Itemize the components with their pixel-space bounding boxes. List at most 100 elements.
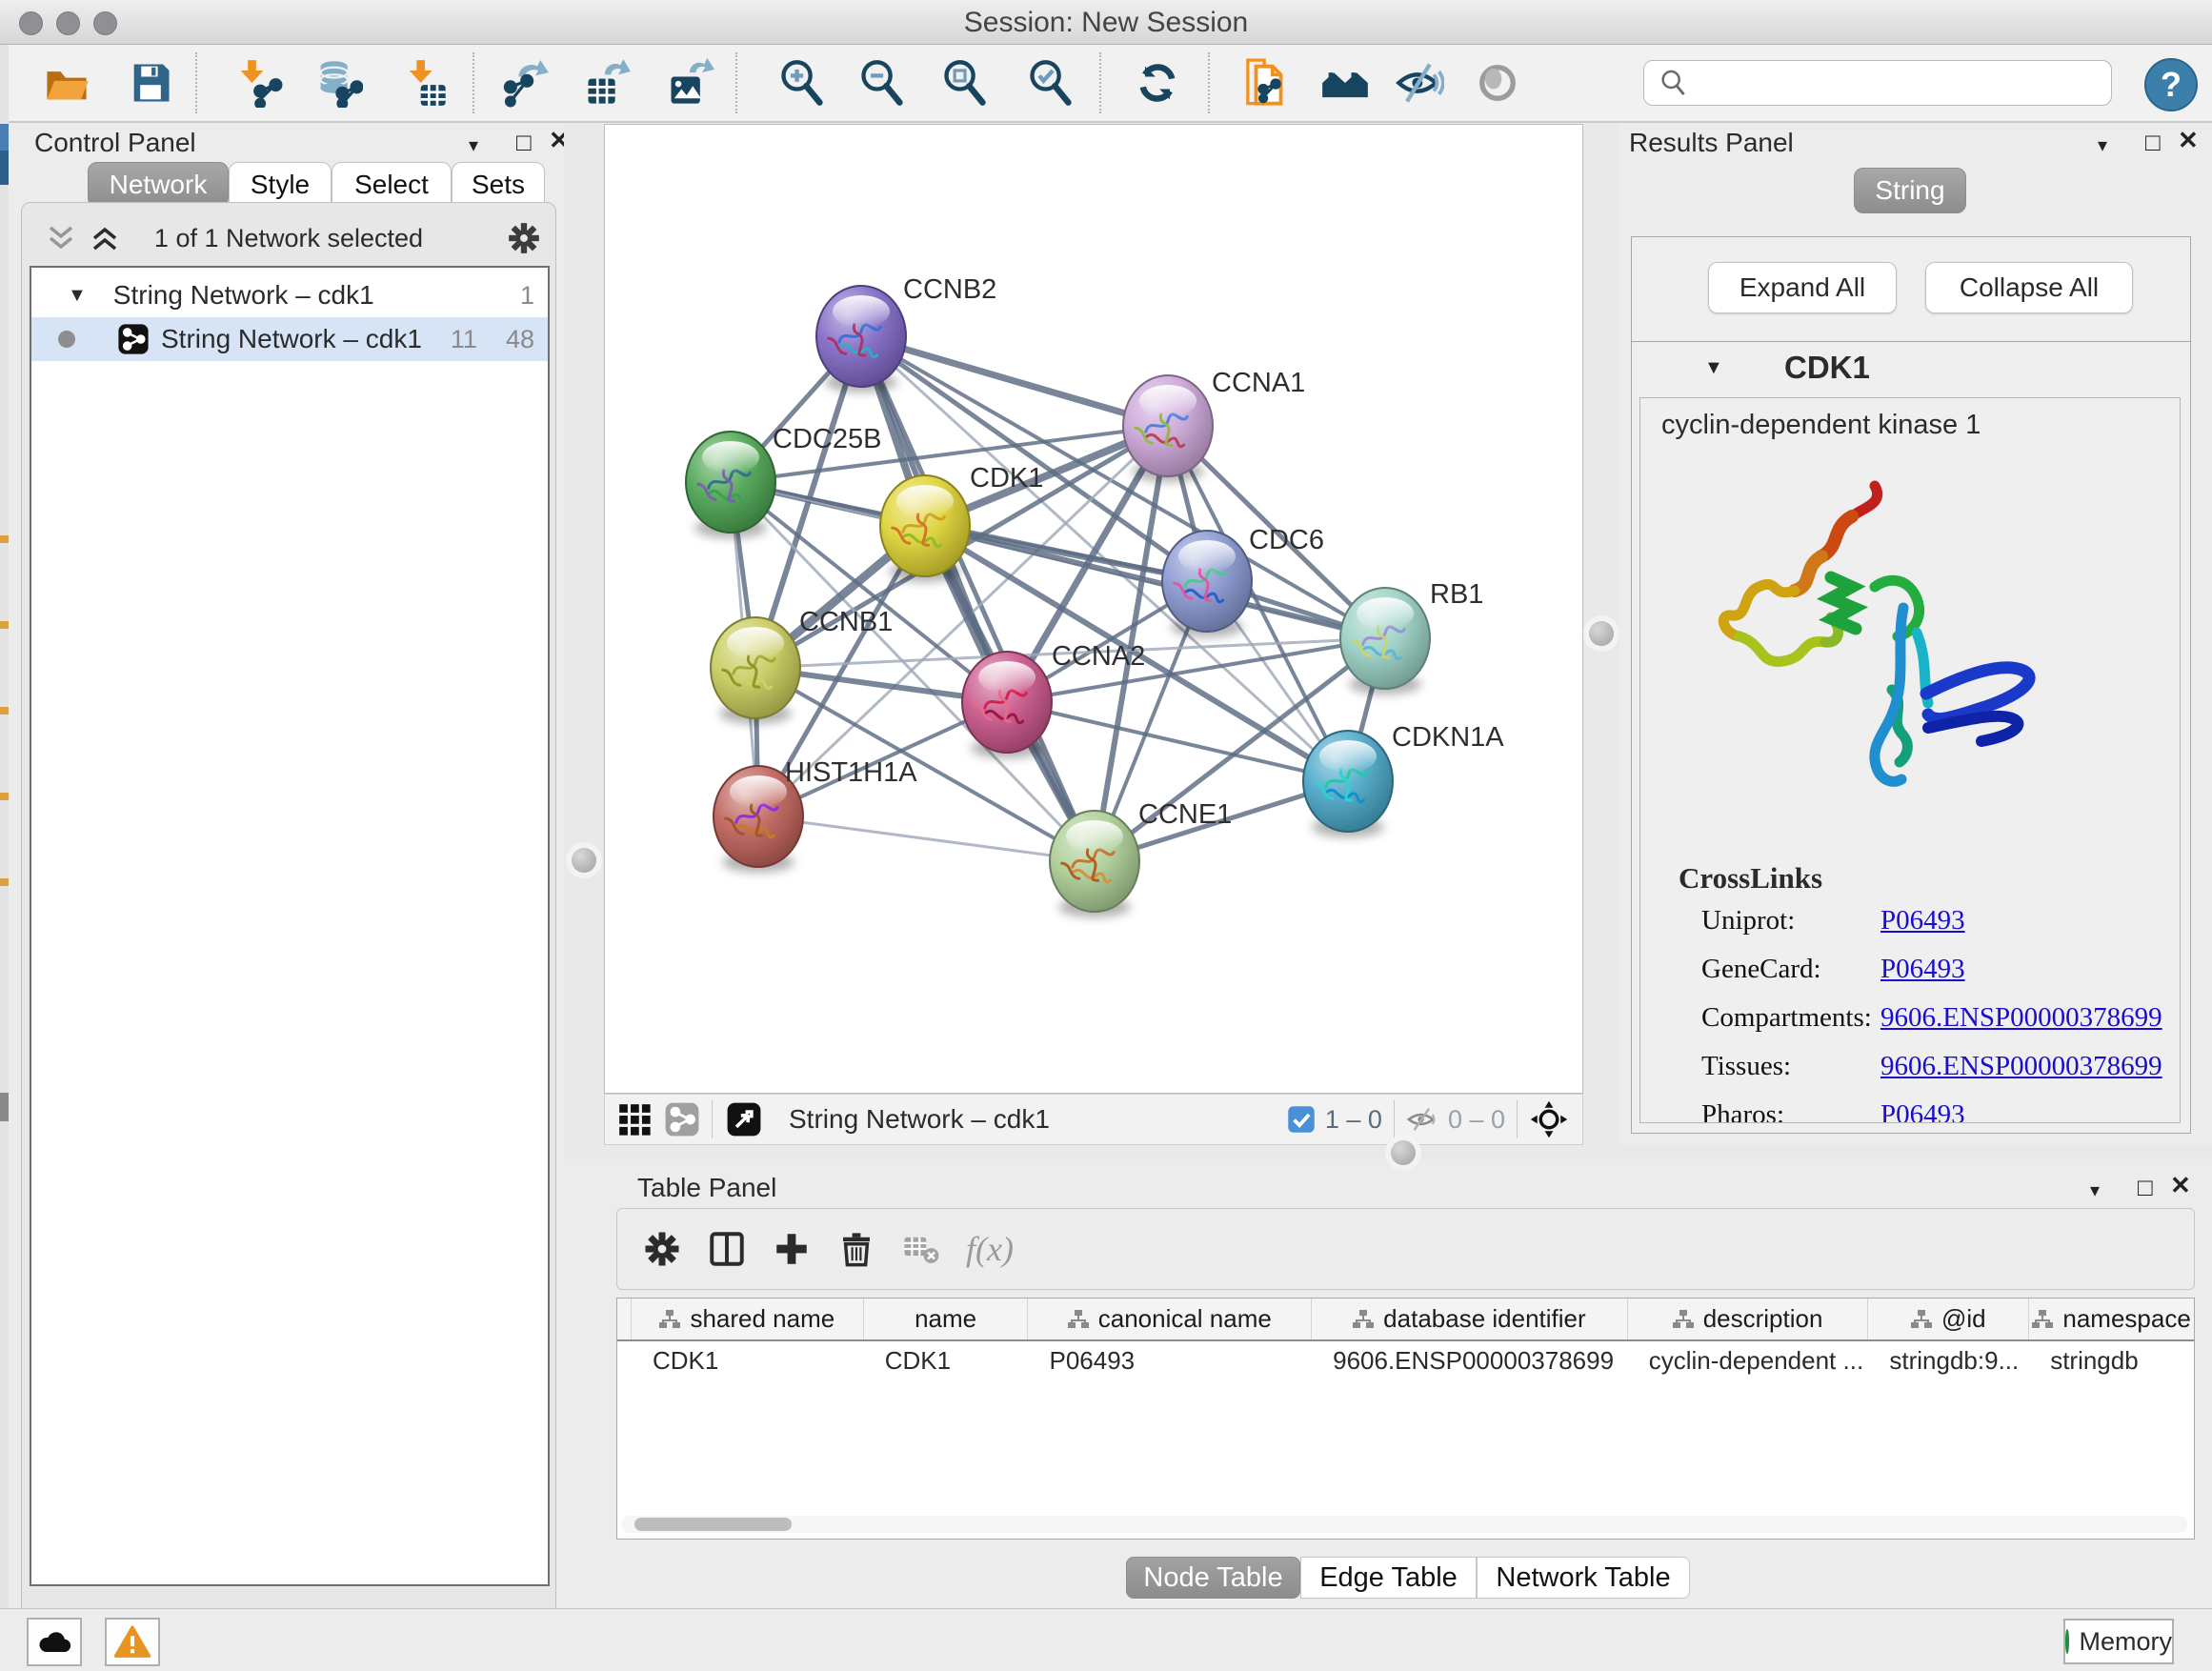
export-table-button[interactable]: [580, 56, 633, 110]
panel-maximize-button[interactable]: □: [2145, 128, 2161, 157]
tab-style[interactable]: Style: [229, 162, 332, 208]
splitter-handle[interactable]: [1589, 621, 1614, 646]
selected-checkbox-icon[interactable]: [1287, 1105, 1316, 1134]
graph-node-CCNA2[interactable]: CCNA2: [962, 641, 1145, 758]
graph-edge[interactable]: [758, 816, 1095, 861]
first-neighbors-button[interactable]: [1318, 56, 1372, 110]
cloud-status-button[interactable]: [27, 1618, 82, 1666]
tab-network-table[interactable]: Network Table: [1477, 1557, 1690, 1599]
network-row-selected[interactable]: String Network – cdk1 11 48: [31, 317, 548, 361]
refresh-button[interactable]: [1131, 56, 1184, 110]
gear-icon[interactable]: [506, 220, 542, 256]
graph-node-CCNB2[interactable]: CCNB2: [816, 274, 996, 393]
tab-string[interactable]: String: [1854, 168, 1966, 213]
column-header-description[interactable]: description: [1628, 1299, 1869, 1339]
expand-all-button[interactable]: Expand All: [1708, 262, 1897, 313]
panel-float-button[interactable]: ▾: [469, 133, 478, 157]
horizontal-scrollbar[interactable]: [621, 1516, 2188, 1533]
fit-content-crosshair-icon[interactable]: [1529, 1099, 1569, 1139]
column-header-namespace[interactable]: namespace: [2029, 1299, 2194, 1339]
collapse-all-button[interactable]: Collapse All: [1925, 262, 2133, 313]
column-header-canonical-name[interactable]: canonical name: [1028, 1299, 1312, 1339]
cell-description[interactable]: cyclin-dependent ...: [1628, 1339, 1869, 1381]
tab-edge-table[interactable]: Edge Table: [1300, 1557, 1477, 1599]
warnings-button[interactable]: [105, 1618, 160, 1666]
show-all-button[interactable]: [1471, 56, 1524, 110]
delete-trash-icon[interactable]: [836, 1229, 876, 1269]
function-builder-icon-disabled: f(x): [966, 1229, 1014, 1269]
panel-close-button[interactable]: ✕: [2178, 126, 2199, 155]
scrollbar-thumb[interactable]: [634, 1518, 792, 1531]
panel-float-button[interactable]: ▾: [2090, 1178, 2100, 1202]
graph-node-CDKN1A[interactable]: CDKN1A: [1303, 722, 1504, 837]
graph-node-RB1[interactable]: RB1: [1340, 579, 1483, 695]
zoom-out-button[interactable]: [855, 56, 909, 110]
gear-icon[interactable]: [642, 1229, 682, 1269]
crosslink-link[interactable]: P06493: [1880, 954, 1965, 985]
graph-node-CCNA1[interactable]: CCNA1: [1123, 368, 1305, 482]
row-gutter: [617, 1299, 632, 1339]
cell-id[interactable]: stringdb:9...: [1868, 1339, 2029, 1381]
export-network-button[interactable]: [498, 56, 552, 110]
network-view-icon[interactable]: [664, 1101, 700, 1137]
help-button[interactable]: ?: [2144, 58, 2198, 111]
cell-database-identifier[interactable]: 9606.ENSP00000378699: [1312, 1339, 1628, 1381]
network-attr-icon: [659, 1310, 680, 1329]
string-network-graph[interactable]: CCNB2CCNA1CDC25BCDK1CDC6RB1CCNB1CCNA2CDK…: [605, 125, 1582, 1093]
import-network-file-button[interactable]: [231, 56, 285, 110]
import-network-database-button[interactable]: [312, 56, 365, 110]
zoom-selected-button[interactable]: [1024, 56, 1077, 110]
cell-canonical-name[interactable]: P06493: [1028, 1339, 1312, 1381]
column-header-name[interactable]: name: [864, 1299, 1029, 1339]
tab-node-table[interactable]: Node Table: [1126, 1557, 1300, 1599]
panel-maximize-button[interactable]: □: [516, 128, 532, 157]
table-row[interactable]: CDK1 CDK1 P06493 9606.ENSP00000378699 cy…: [617, 1339, 2194, 1381]
zoom-in-button[interactable]: [775, 56, 829, 110]
network-collection-row[interactable]: ▼ String Network – cdk1 1: [31, 273, 548, 317]
horizontal-splitter[interactable]: [564, 1145, 2212, 1159]
birds-eye-view-icon[interactable]: [726, 1101, 762, 1137]
tab-sets[interactable]: Sets: [452, 162, 545, 208]
graph-edge[interactable]: [1007, 702, 1348, 781]
crosslink-link[interactable]: 9606.ENSP00000378699: [1880, 1002, 2162, 1034]
grid-view-icon[interactable]: [616, 1101, 653, 1137]
graph-node-HIST1H1A[interactable]: HIST1H1A: [714, 757, 917, 873]
import-table-button[interactable]: [398, 56, 452, 110]
cell-namespace[interactable]: stringdb: [2029, 1339, 2194, 1381]
graph-node-CDC6[interactable]: CDC6: [1162, 525, 1324, 637]
panel-close-button[interactable]: ✕: [2170, 1171, 2191, 1200]
open-session-button[interactable]: [40, 56, 93, 110]
column-header-shared-name[interactable]: shared name: [632, 1299, 864, 1339]
hidden-eye-slash-icon[interactable]: [1406, 1103, 1438, 1136]
panel-maximize-button[interactable]: □: [2138, 1173, 2153, 1202]
graph-node-CCNE1[interactable]: CCNE1: [1050, 799, 1232, 917]
cell-name[interactable]: CDK1: [864, 1339, 1029, 1381]
crosslink-link[interactable]: P06493: [1880, 905, 1965, 936]
new-network-from-selection-button[interactable]: [1236, 56, 1289, 110]
search-input[interactable]: [1698, 68, 2111, 99]
vertical-splitter-left[interactable]: [564, 124, 604, 1145]
export-image-button[interactable]: [663, 56, 716, 110]
search-box[interactable]: [1643, 60, 2112, 106]
memory-button[interactable]: Memory: [2063, 1619, 2174, 1664]
crosslink-link[interactable]: 9606.ENSP00000378699: [1880, 1051, 2162, 1082]
hide-selected-button[interactable]: [1393, 56, 1446, 110]
network-canvas[interactable]: CCNB2CCNA1CDC25BCDK1CDC6RB1CCNB1CCNA2CDK…: [604, 124, 1583, 1094]
column-header-database-identifier[interactable]: database identifier: [1312, 1299, 1628, 1339]
crosslink-link[interactable]: P06493: [1880, 1099, 1965, 1123]
graph-edge[interactable]: [861, 336, 1168, 426]
zoom-fit-button[interactable]: [938, 56, 992, 110]
entry-collapse-icon[interactable]: ▼: [1704, 357, 1723, 379]
splitter-handle[interactable]: [572, 848, 596, 873]
tab-network[interactable]: Network: [88, 162, 229, 208]
tree-expander-icon[interactable]: ▼: [68, 285, 87, 307]
cell-shared-name[interactable]: CDK1: [632, 1339, 864, 1381]
panel-float-button[interactable]: ▾: [2098, 133, 2107, 157]
tab-select[interactable]: Select: [332, 162, 452, 208]
show-columns-icon[interactable]: [707, 1229, 747, 1269]
add-icon[interactable]: [772, 1229, 812, 1269]
column-header-id[interactable]: @id: [1868, 1299, 2029, 1339]
graph-node-CDC25B[interactable]: CDC25B: [686, 424, 881, 538]
toolbar-separator: [195, 52, 197, 113]
save-session-button[interactable]: [124, 56, 177, 110]
